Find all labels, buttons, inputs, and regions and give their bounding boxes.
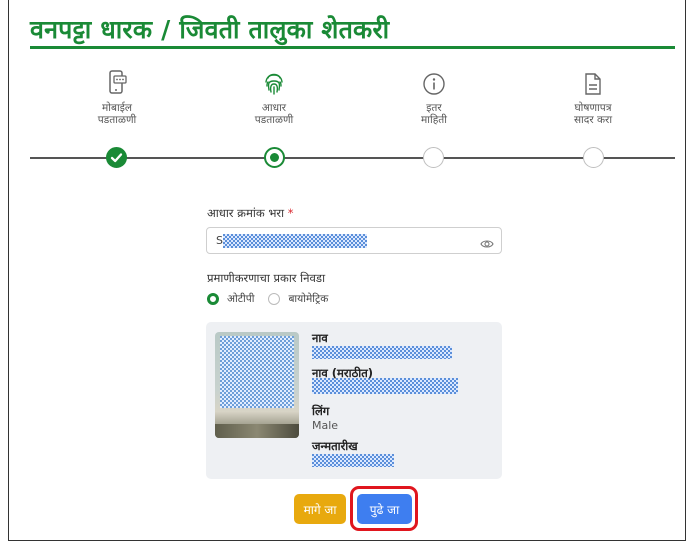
radio-biometric[interactable]	[268, 293, 281, 305]
next-button-highlight	[350, 486, 418, 531]
profile-photo	[215, 332, 299, 438]
field-dob: जन्मतारीख	[312, 439, 394, 467]
aadhaar-details-card: नाव नाव (मराठीत) लिंग Male जन्मतारीख	[206, 322, 502, 479]
redacted-aadhaar	[223, 234, 367, 248]
step-node-active	[264, 147, 285, 168]
step-aadhaar-verification: आधार पडताळणी	[214, 68, 334, 126]
step-node-pending	[423, 147, 444, 168]
step-label-line1: मोबाईल	[102, 102, 132, 114]
aadhaar-input[interactable]: S	[206, 227, 502, 254]
check-icon	[110, 153, 123, 163]
document-icon	[533, 68, 653, 96]
redacted-dob	[312, 454, 394, 467]
step-label-line2: सादर करा	[573, 114, 613, 126]
aadhaar-label: आधार क्रमांक भरा *	[207, 206, 294, 221]
title-underline	[30, 46, 675, 49]
gender-label: लिंग	[312, 404, 330, 418]
step-label-line2: माहिती	[421, 114, 447, 126]
step-label-line1: आधार	[261, 102, 287, 114]
field-name-marathi: नाव (मराठीत)	[312, 366, 458, 394]
step-other-info: इतर माहिती	[374, 68, 494, 126]
page-title: वनपट्टा धारक / जिवती तालुका शेतकरी	[30, 15, 390, 44]
auth-type-label: प्रमाणीकरणाचा प्रकार निवडा	[207, 271, 326, 285]
step-mobile-verification: मोबाईल पडताळणी	[57, 68, 177, 126]
fingerprint-icon	[214, 68, 334, 96]
step-node-pending	[583, 147, 604, 168]
eye-icon[interactable]	[480, 235, 494, 254]
required-mark: *	[287, 206, 294, 220]
auth-type-radio-group: ओटीपी बायोमेट्रिक	[207, 292, 342, 306]
radio-otp-label[interactable]: ओटीपी	[227, 292, 254, 306]
step-label-line2: पडताळणी	[97, 114, 137, 126]
radio-otp[interactable]	[207, 293, 219, 305]
aadhaar-label-text: आधार क्रमांक भरा	[207, 206, 285, 220]
dob-label: जन्मतारीख	[312, 439, 358, 453]
step-label-line1: घोषणापत्र	[574, 102, 612, 114]
step-declaration: घोषणापत्र सादर करा	[533, 68, 653, 126]
gender-value: Male	[312, 419, 339, 432]
mobile-verify-icon	[57, 68, 177, 96]
redacted-photo	[220, 336, 294, 408]
photo-bottom-strip	[215, 424, 299, 438]
redacted-name	[312, 346, 452, 359]
step-node-done	[106, 147, 127, 168]
info-icon	[374, 68, 494, 96]
back-button[interactable]: मागे जा	[294, 494, 346, 524]
field-name: नाव	[312, 331, 452, 359]
name-label: नाव	[312, 331, 328, 345]
step-label-line2: पडताळणी	[254, 114, 294, 126]
step-label-line1: इतर	[426, 102, 442, 114]
radio-biometric-label[interactable]: बायोमेट्रिक	[288, 292, 328, 306]
field-gender: लिंग Male	[312, 404, 338, 432]
